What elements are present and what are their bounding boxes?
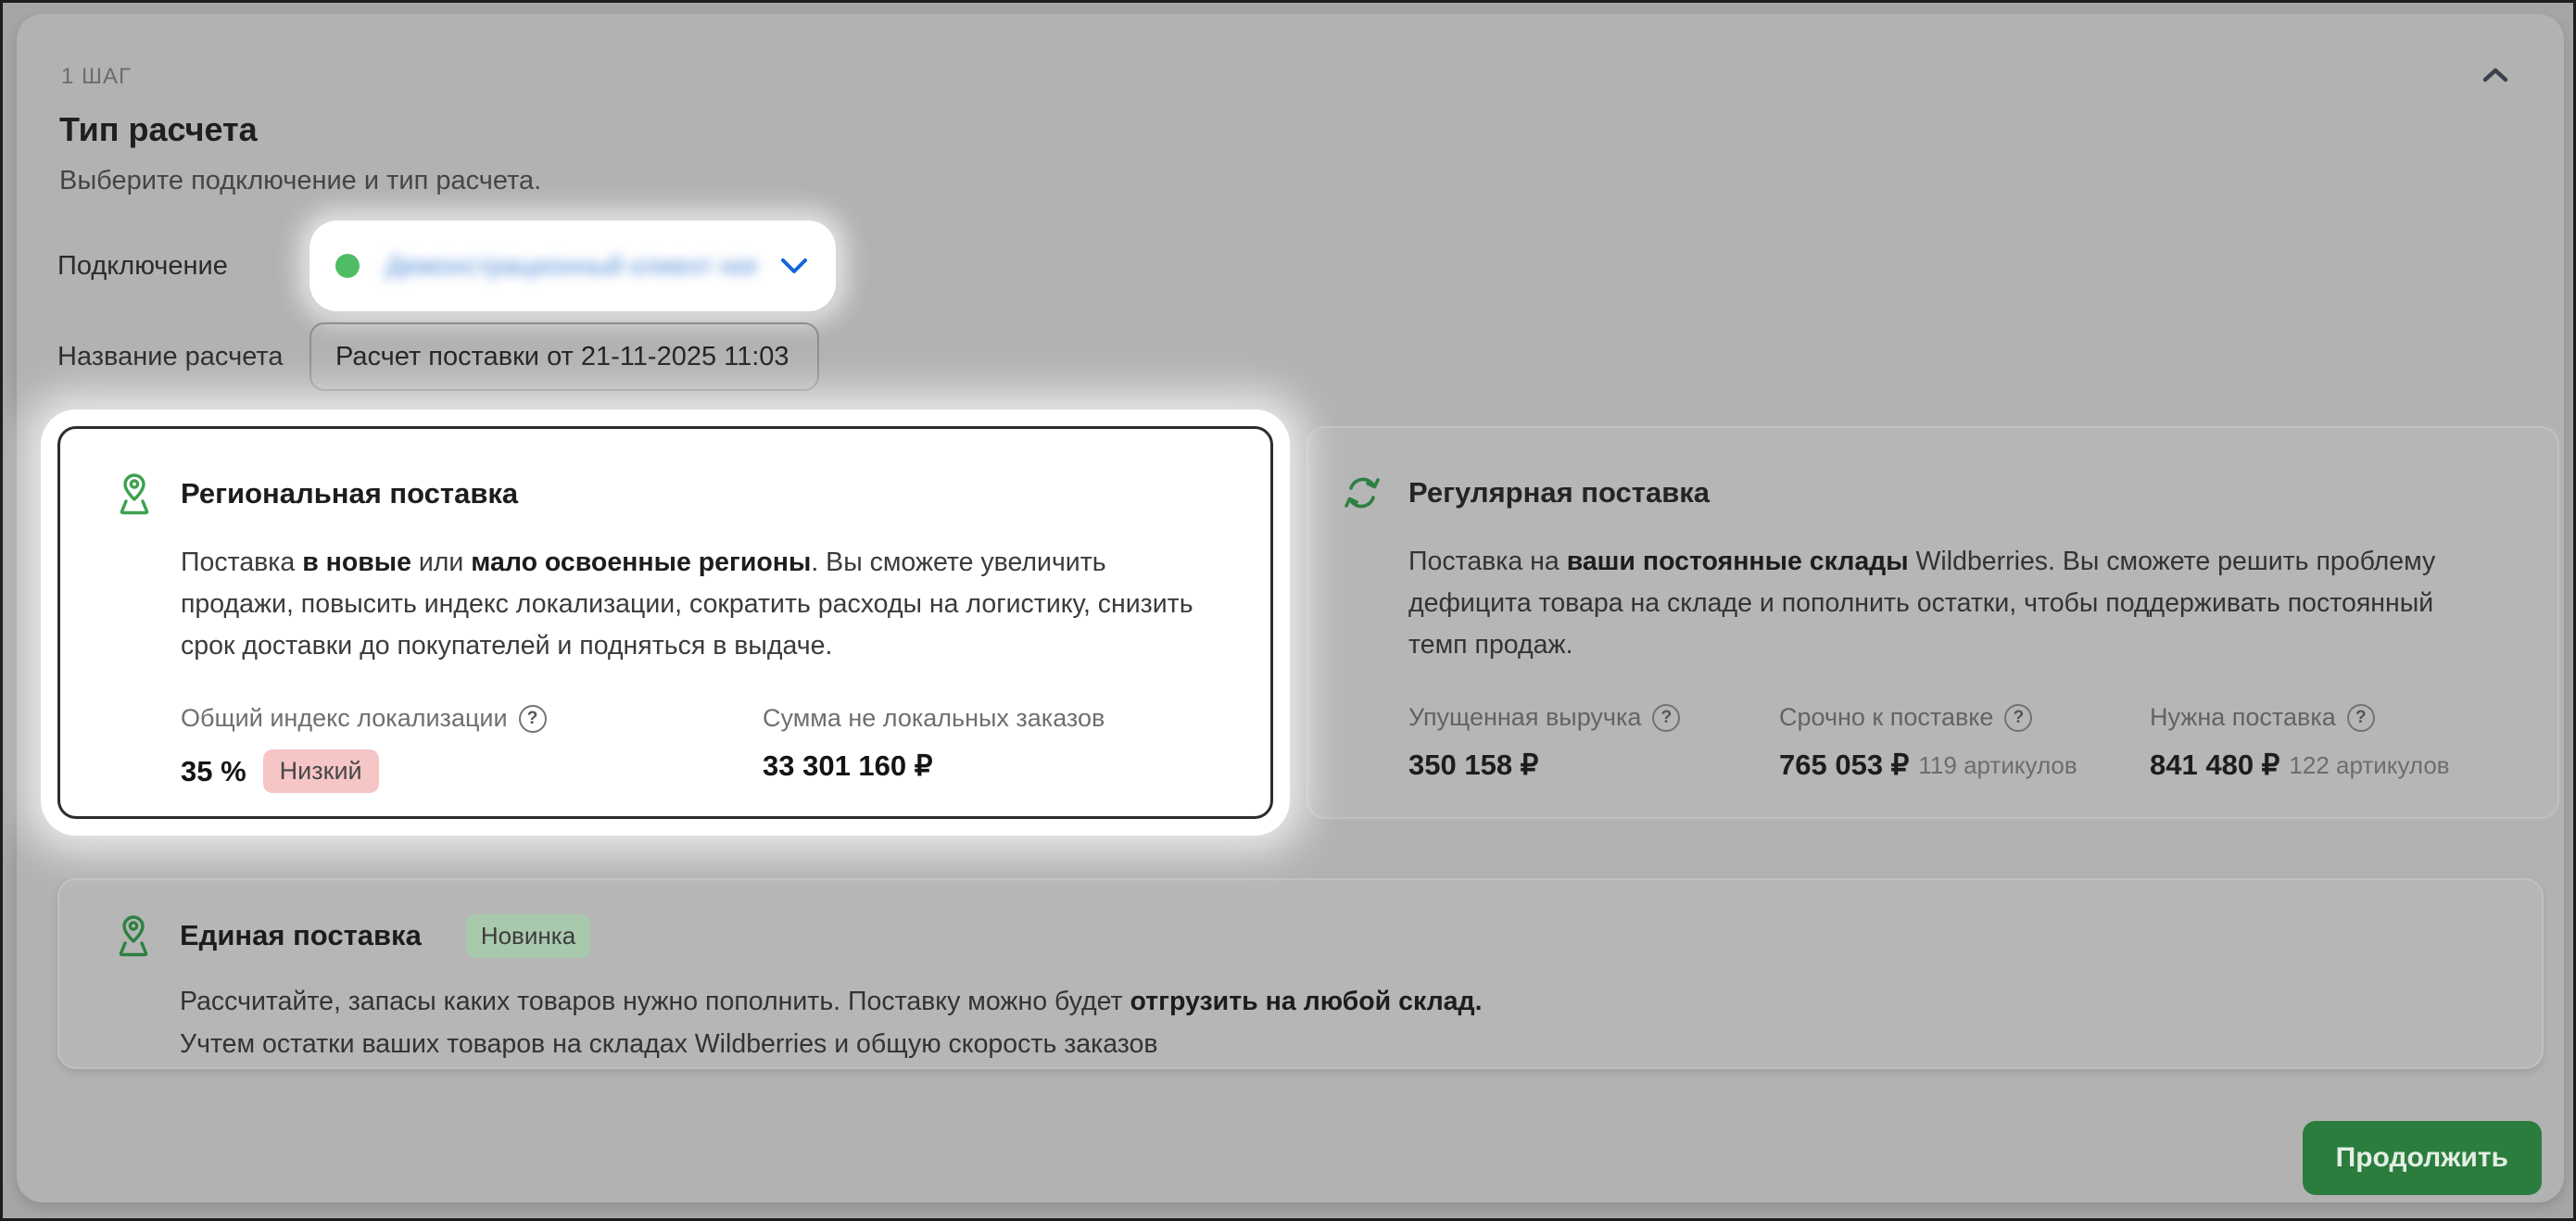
stat-value: 33 301 160 ₽	[763, 749, 933, 783]
card-regional-supply[interactable]: Региональная поставка Поставка в новые и…	[57, 426, 1273, 819]
step-label: 1 ШАГ	[61, 64, 2544, 90]
card-unified-supply[interactable]: Единая поставка Новинка Рассчитайте, зап…	[57, 878, 2544, 1069]
help-icon[interactable]: ?	[1652, 704, 1680, 732]
refresh-icon	[1340, 471, 1384, 515]
chevron-down-icon	[778, 256, 810, 276]
stat-nonlocal-orders-sum: Сумма не локальных заказов 33 301 160 ₽	[763, 704, 1105, 793]
connection-status-dot	[335, 254, 360, 278]
card-regular-supply[interactable]: Регулярная поставка Поставка на ваши пос…	[1307, 426, 2559, 819]
new-badge: Новинка	[466, 914, 590, 958]
card-title: Регулярная поставка	[1408, 476, 1710, 510]
page-title: Тип расчета	[59, 110, 2544, 149]
status-badge-low: Низкий	[263, 749, 379, 793]
stat-value: 35 %	[181, 755, 246, 788]
chevron-up-icon	[2481, 67, 2509, 83]
help-icon[interactable]: ?	[2004, 704, 2032, 732]
card-description: Поставка в новые или мало освоенные реги…	[181, 542, 1211, 667]
card-description: Рассчитайте, запасы каких товаров нужно …	[180, 980, 2490, 1065]
calc-name-row: Название расчета	[57, 321, 2544, 393]
help-icon[interactable]: ?	[519, 705, 547, 733]
connection-row: Подключение Демонстрационный клиент номе…	[57, 220, 2544, 311]
stat-localization-index: Общий индекс локализации ? 35 % Низкий	[181, 704, 763, 793]
stat-needed-supply: Нужна поставка ? 841 480 ₽ 122 артикулов	[2150, 703, 2520, 782]
location-pin-icon	[112, 472, 157, 516]
connection-select[interactable]: Демонстрационный клиент номер 1	[309, 220, 836, 311]
supply-calculator-screen: 1 ШАГ Тип расчета Выберите подключение и…	[0, 0, 2576, 1221]
stat-note: 119 артикулов	[1918, 751, 2077, 780]
connection-value-blurred: Демонстрационный клиент номер 1	[385, 251, 756, 281]
continue-button[interactable]: Продолжить	[2303, 1121, 2542, 1195]
step1-calculation-type-panel: 1 ШАГ Тип расчета Выберите подключение и…	[17, 14, 2564, 1202]
stat-value: 350 158 ₽	[1408, 749, 1538, 782]
card-title: Единая поставка	[180, 919, 422, 952]
card-description: Поставка на ваши постоянные склады Wildb…	[1408, 541, 2491, 666]
stat-value: 841 480 ₽	[2150, 749, 2279, 782]
card-title: Региональная поставка	[181, 477, 518, 510]
calc-name-label: Название расчета	[57, 342, 309, 372]
connection-label: Подключение	[57, 251, 309, 282]
calc-name-input[interactable]	[309, 322, 819, 391]
collapse-section-button[interactable]	[2473, 57, 2518, 94]
help-icon[interactable]: ?	[2347, 704, 2375, 732]
supply-type-cards: Региональная поставка Поставка в новые и…	[57, 426, 2544, 819]
stat-urgent-supply: Срочно к поставке ? 765 053 ₽ 119 артику…	[1779, 703, 2150, 782]
page-subtitle: Выберите подключение и тип расчета.	[59, 166, 2544, 196]
stat-missed-revenue: Упущенная выручка ? 350 158 ₽	[1408, 703, 1779, 782]
stat-value: 765 053 ₽	[1779, 749, 1909, 782]
location-pin-icon	[111, 913, 156, 958]
stat-note: 122 артикулов	[2289, 751, 2449, 780]
